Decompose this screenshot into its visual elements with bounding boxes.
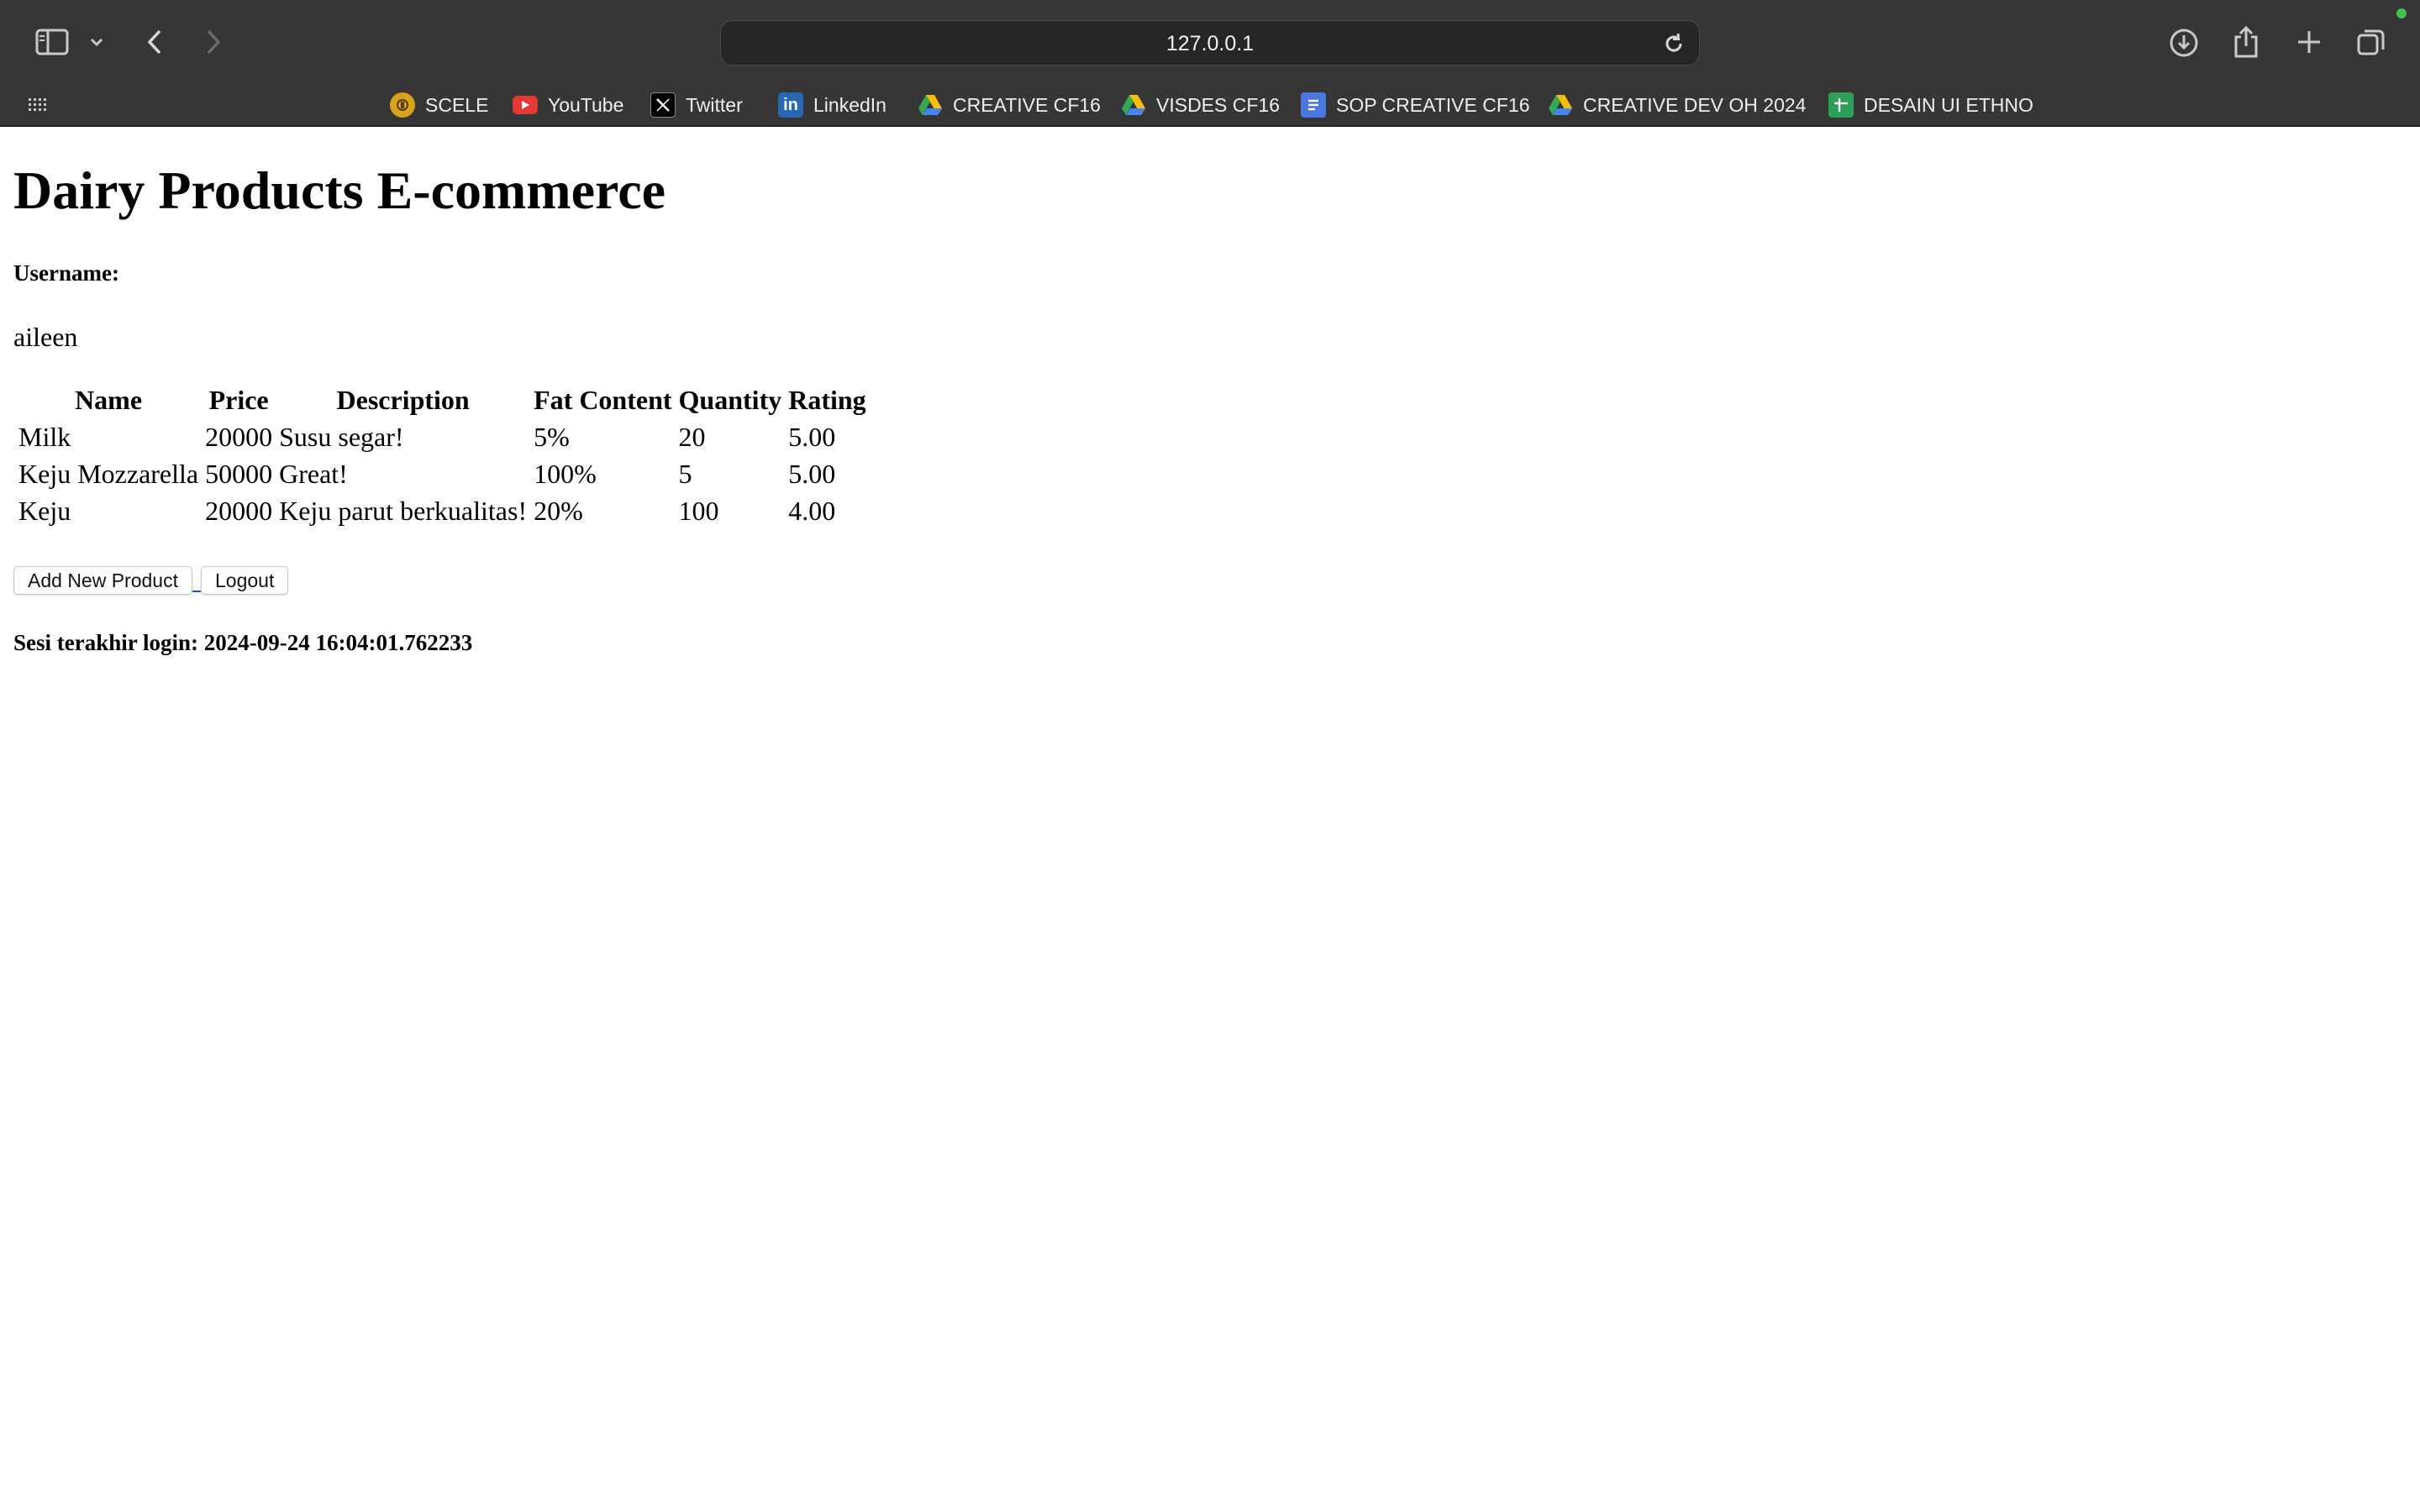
address-bar[interactable]: 127.0.0.1 — [720, 20, 1700, 66]
scele-icon — [390, 92, 415, 118]
cell-quantity: 100 — [678, 495, 719, 526]
products-table: Name Price Description Fat Content Quant… — [13, 380, 871, 531]
bookmark-linkedin[interactable]: in LinkedIn — [778, 84, 886, 126]
cell-fat-content: 20% — [534, 495, 583, 526]
cell-name: Keju — [18, 495, 71, 526]
bookmark-creative-cf16[interactable]: CREATIVE CF16 — [918, 84, 1101, 126]
google-drive-icon — [1121, 92, 1146, 118]
forward-icon[interactable] — [200, 27, 227, 57]
browser-toolbar: 127.0.0.1 SCELE YouTube Twitter in Linke… — [0, 0, 2420, 127]
bookmark-scele[interactable]: SCELE — [390, 84, 488, 126]
column-header-description: Description — [336, 384, 470, 415]
cell-quantity: 20 — [678, 421, 706, 452]
cell-fat-content: 5% — [534, 421, 570, 452]
username-value: aileen — [13, 322, 78, 352]
google-sheets-icon — [1828, 92, 1854, 118]
x-twitter-icon — [650, 92, 676, 118]
new-tab-icon[interactable] — [2292, 25, 2326, 59]
username-label: Username: — [13, 260, 119, 286]
page-content: Dairy Products E-commerce Username: aile… — [0, 128, 2420, 1512]
cell-rating: 5.00 — [788, 458, 836, 489]
bookmark-twitter[interactable]: Twitter — [650, 84, 743, 126]
cell-description: Keju parut berkualitas! — [279, 495, 528, 526]
bookmark-visdes-cf16[interactable]: VISDES CF16 — [1121, 84, 1280, 126]
sidebar-toggle-icon[interactable] — [34, 25, 71, 59]
last-login-text: Sesi terakhir login: 2024-09-24 16:04:01… — [13, 630, 473, 655]
table-header-row: Name Price Description Fat Content Quant… — [17, 383, 868, 417]
table-row: Keju 20000 Keju parut berkualitas! 20% 1… — [17, 494, 868, 528]
cell-price: 20000 — [205, 421, 273, 452]
bookmark-youtube[interactable]: YouTube — [513, 84, 623, 126]
cell-price: 20000 — [205, 495, 273, 526]
google-drive-icon — [918, 92, 943, 118]
column-header-quantity: Quantity — [678, 384, 782, 415]
cell-rating: 5.00 — [788, 421, 836, 452]
status-dot — [2396, 8, 2407, 18]
youtube-icon — [513, 96, 538, 114]
cell-description: Susu segar! — [279, 421, 404, 452]
page-title: Dairy Products E-commerce — [13, 160, 666, 220]
column-header-price: Price — [208, 384, 269, 415]
table-row: Milk 20000 Susu segar! 5% 20 5.00 — [17, 420, 868, 454]
bookmark-creative-dev-oh-2024[interactable]: CREATIVE DEV OH 2024 — [1548, 84, 1806, 126]
link-underline — [192, 564, 201, 592]
cell-name: Keju Mozzarella — [18, 458, 199, 489]
bookmark-sop-creative-cf16[interactable]: SOP CREATIVE CF16 — [1301, 84, 1530, 126]
cell-fat-content: 100% — [534, 458, 597, 489]
table-row: Keju Mozzarella 50000 Great! 100% 5 5.00 — [17, 457, 868, 491]
column-header-fat-content: Fat Content — [534, 384, 672, 415]
url-text: 127.0.0.1 — [1165, 32, 1255, 55]
add-new-product-button[interactable]: Add New Product — [13, 566, 192, 595]
column-header-rating: Rating — [788, 384, 866, 415]
logout-button[interactable]: Logout — [200, 566, 289, 595]
apps-grid-icon[interactable] — [27, 94, 49, 116]
cell-description: Great! — [279, 458, 348, 489]
column-header-name: Name — [75, 384, 143, 415]
cell-rating: 4.00 — [788, 495, 836, 526]
action-buttons: Add New Product Logout — [13, 564, 289, 595]
share-icon[interactable] — [2230, 24, 2262, 60]
reload-icon[interactable] — [1662, 32, 1686, 55]
bookmark-desain-ui-ethno[interactable]: DESAIN UI ETHNO — [1828, 84, 2033, 126]
google-docs-icon — [1301, 92, 1326, 118]
cell-quantity: 5 — [678, 458, 692, 489]
downloads-icon[interactable] — [2166, 25, 2202, 60]
chevron-down-icon[interactable] — [87, 32, 106, 52]
tab-overview-icon[interactable] — [2354, 25, 2388, 59]
google-drive-icon — [1548, 92, 1573, 118]
cell-price: 50000 — [205, 458, 273, 489]
cell-name: Milk — [18, 421, 71, 452]
linkedin-icon: in — [778, 92, 803, 118]
bookmarks-bar: SCELE YouTube Twitter in LinkedIn CREATI… — [0, 84, 2420, 126]
back-icon[interactable] — [141, 27, 168, 57]
